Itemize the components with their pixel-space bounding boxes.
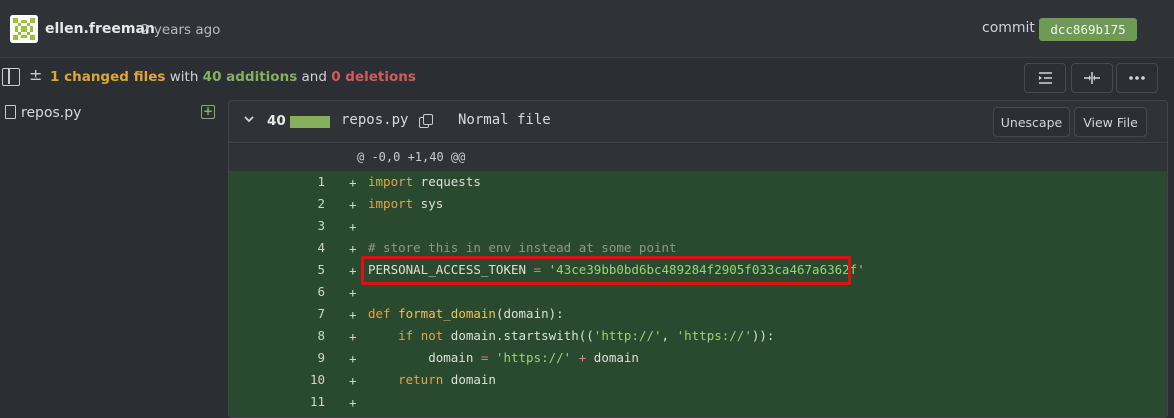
code-text: if not domain.startswith(('http://', 'ht… <box>398 328 775 343</box>
code-lines: 1 + import requests 2 + import sys 3 + 4… <box>229 171 1167 417</box>
line-number[interactable]: 5 <box>289 262 325 277</box>
line-added-marker: + <box>349 395 357 410</box>
line-number[interactable]: 8 <box>289 328 325 343</box>
ellipsis-icon <box>1129 76 1145 80</box>
avatar[interactable] <box>10 15 38 43</box>
code-text: def format_domain(domain): <box>368 306 564 321</box>
code-text: import requests <box>368 174 481 189</box>
line-number[interactable]: 2 <box>289 196 325 211</box>
code-line: 11 + <box>229 391 1167 413</box>
code-line: 7 + def format_domain(domain): <box>229 303 1167 325</box>
code-text: domain = 'https://' + domain <box>368 350 639 365</box>
code-line: 8 + if not domain.startswith(('http://',… <box>229 325 1167 347</box>
more-options-button[interactable] <box>1116 63 1158 93</box>
file-mode: Normal file <box>458 112 551 128</box>
collapse-chevron-icon[interactable] <box>243 113 255 129</box>
line-number[interactable]: 7 <box>289 306 325 321</box>
whitespace-toggle-button[interactable] <box>1024 63 1066 93</box>
hunk-header-row: @ -0,0 +1,40 @@ <box>229 144 1167 171</box>
split-view-icon <box>1084 72 1100 84</box>
line-added-marker: + <box>349 329 357 344</box>
line-added-marker: + <box>349 351 357 366</box>
code-text: PERSONAL_ACCESS_TOKEN = '43ce39bb0bd6bc4… <box>368 262 865 277</box>
file-added-icon: + <box>201 104 215 119</box>
line-number[interactable]: 6 <box>289 284 325 299</box>
code-line: 4 + # store this in env instead at some … <box>229 237 1167 259</box>
line-number[interactable]: 10 <box>289 372 325 387</box>
line-added-marker: + <box>349 373 357 388</box>
copy-path-icon[interactable] <box>419 114 433 128</box>
commit-author-link[interactable]: ellen.freeman <box>45 21 155 37</box>
align-right-icon <box>1039 72 1052 84</box>
line-added-marker: + <box>349 285 357 300</box>
deletions-count: 0 deletions <box>331 69 416 85</box>
file-tree-item[interactable]: repos.py + <box>3 103 218 123</box>
line-number[interactable]: 11 <box>289 394 325 409</box>
code-text: import sys <box>368 196 444 211</box>
addition-bar <box>290 116 330 128</box>
code-line: 9 + domain = 'https://' + domain <box>229 347 1167 369</box>
code-line: 3 + <box>229 215 1167 237</box>
hunk-header: @ -0,0 +1,40 @@ <box>357 150 466 164</box>
code-line: 2 + import sys <box>229 193 1167 215</box>
toggle-file-tree-icon[interactable] <box>2 68 20 86</box>
line-number[interactable]: 3 <box>289 218 325 233</box>
file-tree: repos.py + <box>0 98 222 418</box>
code-text: # store this in env instead at some poin… <box>368 240 677 255</box>
changed-files-count[interactable]: 1 changed files <box>50 69 165 85</box>
file-icon <box>5 105 16 119</box>
stats-with-text: with <box>165 69 203 85</box>
stats-and-text: and <box>297 69 332 85</box>
view-file-button[interactable]: View File <box>1074 107 1147 137</box>
code-line: 6 + <box>229 281 1167 303</box>
commit-sha-badge[interactable]: dcc869b175 <box>1039 18 1137 41</box>
unescape-button[interactable]: Unescape <box>993 107 1070 137</box>
line-added-marker: + <box>349 219 357 234</box>
line-added-marker: + <box>349 307 357 322</box>
additions-count: 40 additions <box>202 69 298 85</box>
commit-time: 2 years ago <box>141 22 221 38</box>
split-view-button[interactable] <box>1071 63 1113 93</box>
diff-stats-summary: 1 changed files with 40 additions and 0 … <box>50 69 416 85</box>
line-number[interactable]: 1 <box>289 174 325 189</box>
file-addition-count: 40 <box>267 113 286 129</box>
plus-minus-icon: ± <box>29 65 43 84</box>
file-diff-filename[interactable]: repos.py <box>341 112 408 128</box>
file-tree-item-label: repos.py <box>21 105 82 121</box>
line-added-marker: + <box>349 175 357 190</box>
diff-stats-bar: ± 1 changed files with 40 additions and … <box>0 58 1174 98</box>
line-added-marker: + <box>349 241 357 256</box>
code-line: 5 + PERSONAL_ACCESS_TOKEN = '43ce39bb0bd… <box>229 259 1167 281</box>
code-line: 10 + return domain <box>229 369 1167 391</box>
line-added-marker: + <box>349 197 357 212</box>
code-line: 1 + import requests <box>229 171 1167 193</box>
file-diff: 40 repos.py Normal file Unescape View Fi… <box>228 100 1168 418</box>
line-added-marker: + <box>349 263 357 278</box>
code-text: return domain <box>398 372 496 387</box>
line-number[interactable]: 4 <box>289 240 325 255</box>
line-number[interactable]: 9 <box>289 350 325 365</box>
commit-header: ellen.freeman 2 years ago commit dcc869b… <box>0 0 1174 58</box>
file-diff-header: 40 repos.py Normal file Unescape View Fi… <box>229 101 1167 143</box>
commit-label: commit <box>982 20 1035 36</box>
